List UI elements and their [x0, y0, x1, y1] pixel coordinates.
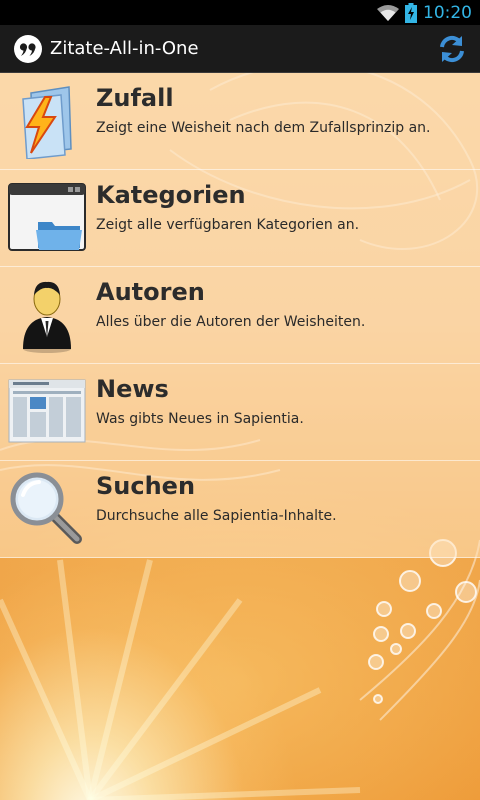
battery-charging-icon — [405, 2, 417, 23]
action-bar: Zitate-All-in-One — [0, 25, 480, 73]
menu-item-title: Autoren — [96, 278, 205, 306]
menu-item-zufall[interactable]: Zufall Zeigt eine Weisheit nach dem Zufa… — [0, 73, 480, 170]
menu-item-title: Kategorien — [96, 181, 246, 209]
magnifier-icon — [8, 470, 86, 548]
menu-item-news[interactable]: News Was gibts Neues in Sapientia. — [0, 364, 480, 461]
menu-item-autoren[interactable]: Autoren Alles über die Autoren der Weish… — [0, 267, 480, 364]
menu-item-description: Zeigt alle verfügbaren Kategorien an. — [96, 217, 360, 233]
menu-item-title: Suchen — [96, 472, 196, 500]
menu-item-title: Zufall — [96, 84, 174, 112]
app-title: Zitate-All-in-One — [50, 38, 199, 59]
window-folder-icon — [8, 179, 86, 257]
person-icon — [8, 276, 86, 354]
newspaper-icon — [8, 373, 86, 451]
menu-item-description: Durchsuche alle Sapientia-Inhalte. — [96, 508, 337, 524]
quote-icon[interactable] — [14, 34, 42, 63]
main-menu-list: Zufall Zeigt eine Weisheit nach dem Zufa… — [0, 73, 480, 558]
refresh-button[interactable] — [436, 33, 468, 65]
status-time: 10:20 — [423, 2, 472, 23]
menu-item-description: Was gibts Neues in Sapientia. — [96, 411, 304, 427]
menu-item-title: News — [96, 375, 169, 403]
menu-item-kategorien[interactable]: Kategorien Zeigt alle verfügbaren Katego… — [0, 170, 480, 267]
menu-item-description: Zeigt eine Weisheit nach dem Zufallsprin… — [96, 120, 431, 136]
refresh-icon — [440, 35, 464, 63]
menu-item-description: Alles über die Autoren der Weisheiten. — [96, 314, 366, 330]
lightning-folder-icon — [8, 82, 86, 160]
wifi-icon — [377, 4, 399, 22]
status-bar: 10:20 — [0, 0, 480, 25]
menu-item-suchen[interactable]: Suchen Durchsuche alle Sapientia-Inhalte… — [0, 461, 480, 558]
